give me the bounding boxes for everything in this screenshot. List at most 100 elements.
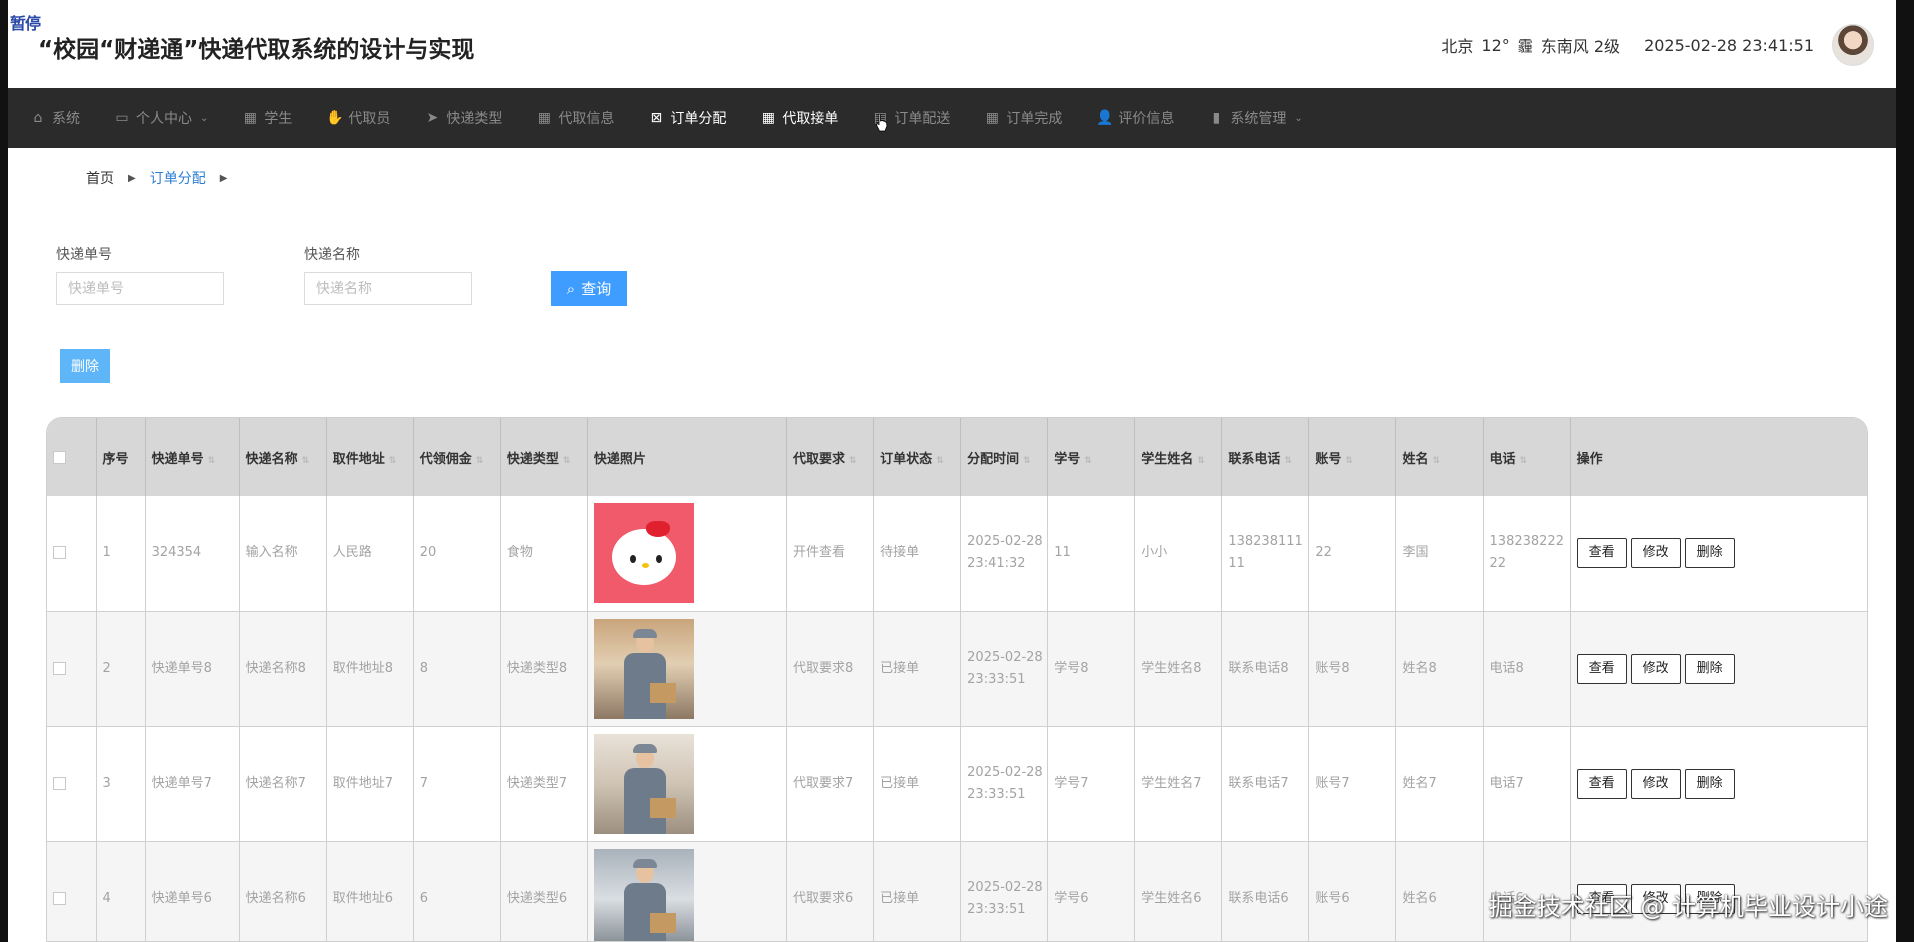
column-header[interactable]: 姓名 ⇅ xyxy=(1395,418,1484,496)
hand-icon: ✋ xyxy=(326,110,344,126)
cell-express-name: 快递名称8 xyxy=(239,611,327,727)
row-select-cell[interactable] xyxy=(47,841,97,941)
cell-no: 4 xyxy=(96,841,146,941)
cell-express-name: 快递名称7 xyxy=(239,726,327,842)
column-header: 序号 xyxy=(96,418,146,496)
current-datetime: 2025-02-28 23:41:51 xyxy=(1644,35,1814,55)
cell-actions: 查看 修改 删除 xyxy=(1570,496,1867,612)
express-photo[interactable] xyxy=(593,733,694,834)
breadcrumb-current[interactable]: 订单分配 xyxy=(150,168,206,188)
row-checkbox[interactable] xyxy=(53,661,66,675)
nav-label: 订单配送 xyxy=(894,111,951,127)
user-avatar[interactable] xyxy=(1832,24,1874,66)
express-photo[interactable] xyxy=(593,848,694,941)
nav-item-order-assign[interactable]: ⊠ 订单分配 xyxy=(648,88,727,148)
delete-button[interactable]: 删除 xyxy=(1684,538,1735,569)
cell-address: 取件地址6 xyxy=(326,841,414,941)
column-header[interactable]: 代取要求 ⇅ xyxy=(786,418,875,496)
sort-icon[interactable]: ⇅ xyxy=(1520,456,1528,466)
sort-icon[interactable]: ⇅ xyxy=(1023,456,1031,466)
nav-item-system[interactable]: ⌂ 系统 xyxy=(30,88,80,148)
sort-icon[interactable]: ⇅ xyxy=(208,456,216,466)
row-checkbox[interactable] xyxy=(53,546,66,560)
column-header[interactable]: 分配时间 ⇅ xyxy=(960,418,1049,496)
nav-item-express-types[interactable]: ➤ 快递类型 xyxy=(424,88,503,148)
column-header[interactable]: 学号 ⇅ xyxy=(1047,418,1136,496)
express-photo[interactable] xyxy=(593,503,694,604)
table-row: 1 324354 输入名称 人民路 20 食物 开件查看 待接单 2025-02… xyxy=(47,496,1867,612)
nav-item-reviews[interactable]: 👤 评价信息 xyxy=(1096,88,1174,148)
cell-express-no: 324354 xyxy=(145,496,240,612)
cell-assign-time: 2025-02-28 23:33:51 xyxy=(960,841,1049,941)
breadcrumb-home[interactable]: 首页 xyxy=(86,168,114,188)
grid-icon: ▦ xyxy=(243,110,257,126)
row-select-cell[interactable] xyxy=(47,726,97,842)
edit-button[interactable]: 修改 xyxy=(1630,653,1681,684)
nav-item-accept-order[interactable]: ▦ 代取接单 xyxy=(760,88,839,148)
sort-icon[interactable]: ⇅ xyxy=(302,456,310,466)
grid-icon: ▦ xyxy=(761,110,775,126)
nav-item-couriers[interactable]: ✋ 代取员 xyxy=(326,88,390,148)
nav-label: 系统 xyxy=(52,111,80,127)
edit-button[interactable]: 修改 xyxy=(1630,538,1681,569)
nav-label: 个人中心 xyxy=(136,111,192,127)
sort-icon[interactable]: ⇅ xyxy=(389,456,397,466)
express-no-input[interactable] xyxy=(56,272,224,305)
sort-icon[interactable]: ⇅ xyxy=(1197,456,1205,466)
row-select-cell[interactable] xyxy=(47,611,97,727)
column-header[interactable]: 代领佣金 ⇅ xyxy=(413,418,501,496)
express-photo[interactable] xyxy=(593,618,694,719)
cell-account: 账号6 xyxy=(1308,841,1397,941)
row-select-cell[interactable] xyxy=(47,496,97,612)
view-button[interactable]: 查看 xyxy=(1576,653,1627,684)
column-header[interactable]: 联系电话 ⇅ xyxy=(1221,418,1310,496)
column-header[interactable]: 学生姓名 ⇅ xyxy=(1134,418,1223,496)
cell-contact-phone: 138238111 11 xyxy=(1221,496,1310,612)
sort-icon[interactable]: ⇅ xyxy=(563,456,571,466)
cell-photo xyxy=(587,496,788,612)
cell-phone: 138238222 22 xyxy=(1483,496,1571,612)
column-header[interactable]: 订单状态 ⇅ xyxy=(873,418,962,496)
row-checkbox[interactable] xyxy=(53,776,66,790)
cell-no: 3 xyxy=(96,726,146,842)
column-header[interactable]: 电话 ⇅ xyxy=(1483,418,1571,496)
column-header[interactable]: 快递名称 ⇅ xyxy=(239,418,327,496)
pause-tag: 暂停 xyxy=(10,14,41,33)
sort-icon[interactable]: ⇅ xyxy=(1084,456,1092,466)
nav-item-personal-center[interactable]: ▭ 个人中心 ⌄ xyxy=(114,88,208,148)
view-button[interactable]: 查看 xyxy=(1576,538,1627,569)
nav-item-order-complete[interactable]: ▦ 订单完成 xyxy=(984,88,1063,148)
nav-label: 快递类型 xyxy=(446,111,503,127)
column-header[interactable]: 快递类型 ⇅ xyxy=(500,418,588,496)
bulk-delete-button[interactable]: 删除 xyxy=(60,349,110,383)
column-header[interactable]: 快递单号 ⇅ xyxy=(145,418,240,496)
app-title: “校园“财递通”快递代取系统的设计与实现 xyxy=(38,37,475,63)
express-name-input[interactable] xyxy=(304,272,472,305)
column-header[interactable]: 账号 ⇅ xyxy=(1308,418,1397,496)
select-all-cell[interactable] xyxy=(47,418,97,496)
sort-icon[interactable]: ⇅ xyxy=(1345,456,1353,466)
cell-actions: 查看 修改 删除 xyxy=(1570,611,1867,727)
query-button[interactable]: ⌕ 查询 xyxy=(551,271,627,306)
nav-item-system-management[interactable]: ▮ 系统管理 ⌄ xyxy=(1208,88,1303,148)
cell-assign-time: 2025-02-28 23:41:32 xyxy=(960,496,1049,612)
nav-item-students[interactable]: ▦ 学生 xyxy=(242,88,293,148)
nav-label: 评价信息 xyxy=(1118,111,1175,127)
sort-icon[interactable]: ⇅ xyxy=(849,456,857,466)
cell-person-name: 姓名7 xyxy=(1395,726,1484,842)
column-header[interactable]: 取件地址 ⇅ xyxy=(326,418,414,496)
view-button[interactable]: 查看 xyxy=(1576,768,1627,799)
row-checkbox[interactable] xyxy=(53,891,66,905)
nav-item-pickup-info[interactable]: ▦ 代取信息 xyxy=(536,88,615,148)
sort-icon[interactable]: ⇅ xyxy=(936,456,944,466)
cell-type: 快递类型7 xyxy=(500,726,588,842)
cell-photo xyxy=(587,841,788,941)
sort-icon[interactable]: ⇅ xyxy=(1432,456,1440,466)
weather-city: 北京 xyxy=(1441,37,1474,56)
select-all-checkbox[interactable] xyxy=(53,450,66,464)
sort-icon[interactable]: ⇅ xyxy=(1284,456,1292,466)
delete-button[interactable]: 删除 xyxy=(1684,653,1735,684)
delete-button[interactable]: 删除 xyxy=(1684,768,1735,799)
edit-button[interactable]: 修改 xyxy=(1630,768,1681,799)
sort-icon[interactable]: ⇅ xyxy=(476,456,484,466)
